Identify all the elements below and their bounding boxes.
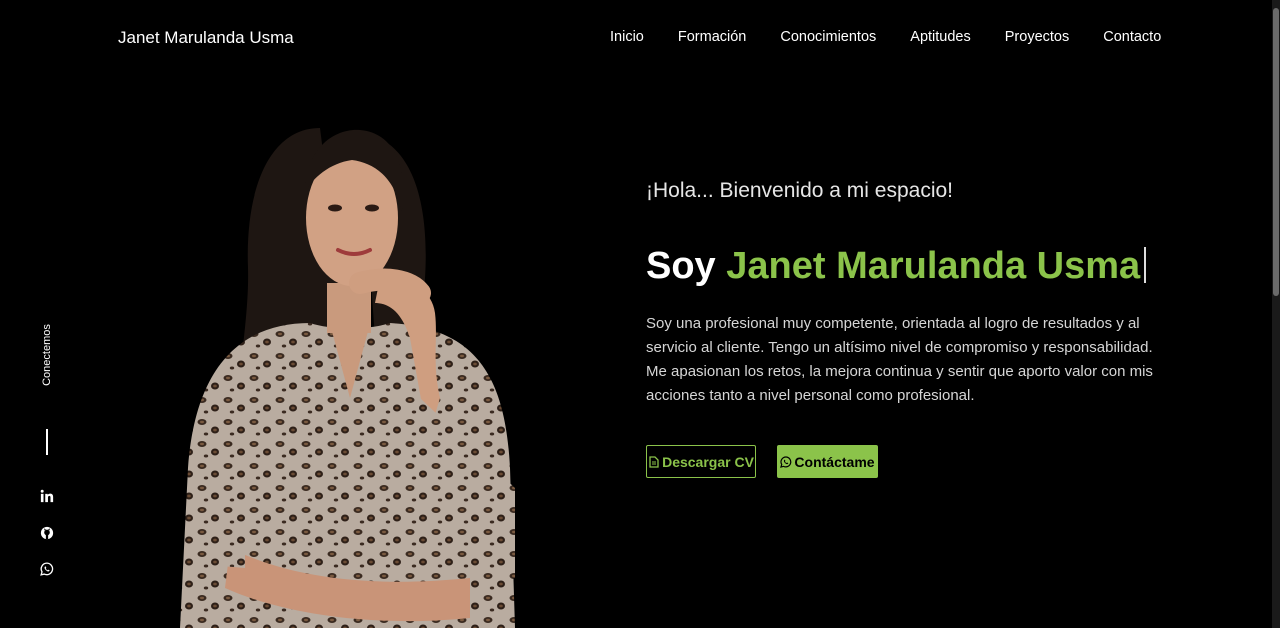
nav-proyectos[interactable]: Proyectos: [1005, 29, 1069, 45]
nav-conocimientos[interactable]: Conocimientos: [780, 29, 876, 45]
contact-label: Contáctame: [794, 453, 875, 470]
nav-inicio[interactable]: Inicio: [610, 29, 644, 45]
page-scrollbar[interactable]: [1272, 0, 1280, 628]
nav-contacto[interactable]: Contacto: [1103, 29, 1161, 45]
main-nav: Inicio Formación Conocimientos Aptitudes…: [610, 29, 1161, 45]
linkedin-icon[interactable]: [39, 488, 55, 504]
download-cv-button[interactable]: Descargar CV: [646, 445, 756, 478]
hero-title-name: Janet Marulanda Usma: [726, 245, 1141, 287]
profile-photo: [180, 128, 515, 628]
document-icon: [649, 455, 659, 468]
nav-formacion[interactable]: Formación: [678, 29, 747, 45]
hero-greeting: ¡Hola... Bienvenido a mi espacio!: [646, 179, 953, 202]
brand-logo[interactable]: Janet Marulanda Usma: [118, 28, 294, 48]
hero-description: Soy una profesional muy competente, orie…: [646, 315, 1153, 404]
scrollbar-thumb[interactable]: [1273, 8, 1279, 296]
hero-title-prefix: Soy: [646, 245, 716, 287]
github-icon[interactable]: [39, 525, 55, 541]
contact-button[interactable]: Contáctame: [777, 445, 878, 478]
whatsapp-icon[interactable]: [39, 561, 55, 577]
typing-cursor: [1144, 247, 1147, 283]
whatsapp-icon: [780, 455, 792, 468]
nav-aptitudes[interactable]: Aptitudes: [910, 29, 970, 45]
download-cv-label: Descargar CV: [662, 453, 754, 470]
hero-title: Soy Janet Marulanda Usma: [646, 245, 1147, 287]
social-divider: [46, 429, 48, 455]
social-label: Conectemos: [41, 324, 53, 386]
